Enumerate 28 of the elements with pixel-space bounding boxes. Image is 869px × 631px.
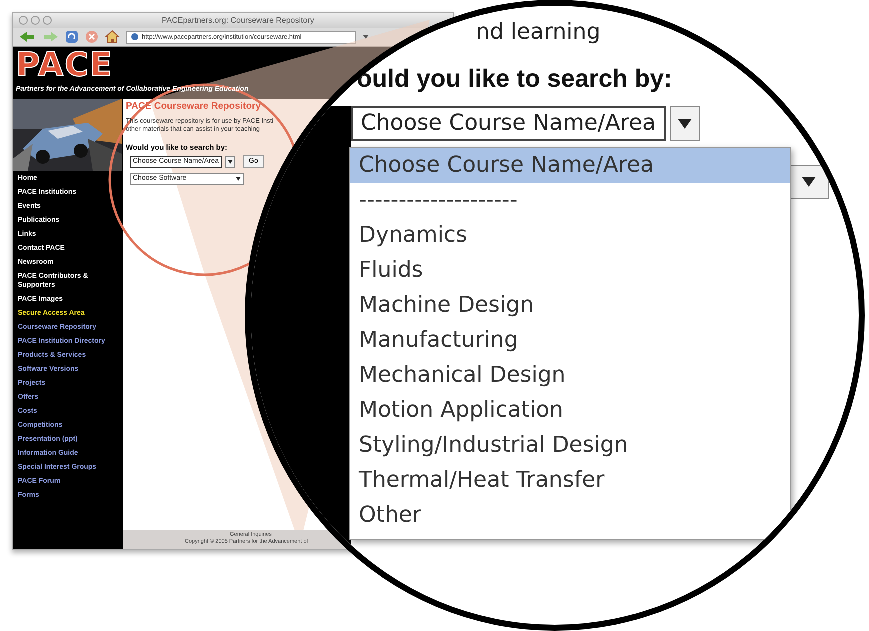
caret-icon[interactable] bbox=[362, 34, 370, 40]
home-icon[interactable] bbox=[105, 30, 120, 44]
close-icon[interactable] bbox=[19, 16, 28, 25]
zoom-icon[interactable] bbox=[43, 16, 52, 25]
dropdown-option[interactable]: Manufacturing bbox=[350, 323, 790, 358]
globe-icon bbox=[131, 33, 139, 41]
dropdown-option[interactable]: Thermal/Heat Transfer bbox=[350, 463, 790, 498]
dropdown-option[interactable]: Other bbox=[350, 498, 790, 533]
site-logo: PACE bbox=[16, 47, 114, 83]
magnified-search-label: ould you like to search by: bbox=[357, 65, 672, 94]
forward-icon[interactable] bbox=[43, 31, 59, 43]
magnified-course-select[interactable]: Choose Course Name/Area bbox=[351, 106, 666, 141]
magnified-text: nd learning bbox=[476, 20, 601, 45]
dropdown-option[interactable]: Choose Course Name/Area bbox=[350, 148, 790, 183]
stop-icon[interactable] bbox=[85, 30, 99, 44]
dropdown-option[interactable]: Mechanical Design bbox=[350, 358, 790, 393]
dropdown-option[interactable]: Styling/Industrial Design bbox=[350, 428, 790, 463]
window-title: PACEpartners.org: Courseware Repository bbox=[162, 16, 314, 25]
dropdown-option[interactable]: Motion Application bbox=[350, 393, 790, 428]
dropdown-option[interactable]: Dynamics bbox=[350, 218, 790, 253]
dropdown-option[interactable]: Fluids bbox=[350, 253, 790, 288]
back-icon[interactable] bbox=[19, 31, 37, 43]
dropdown-arrow-icon bbox=[802, 177, 816, 187]
reload-icon[interactable] bbox=[65, 30, 79, 44]
caret-icon bbox=[236, 177, 241, 181]
dropdown-option[interactable]: Machine Design bbox=[350, 288, 790, 323]
dropdown-option[interactable]: -------------------- bbox=[350, 183, 790, 218]
minimize-icon[interactable] bbox=[31, 16, 40, 25]
